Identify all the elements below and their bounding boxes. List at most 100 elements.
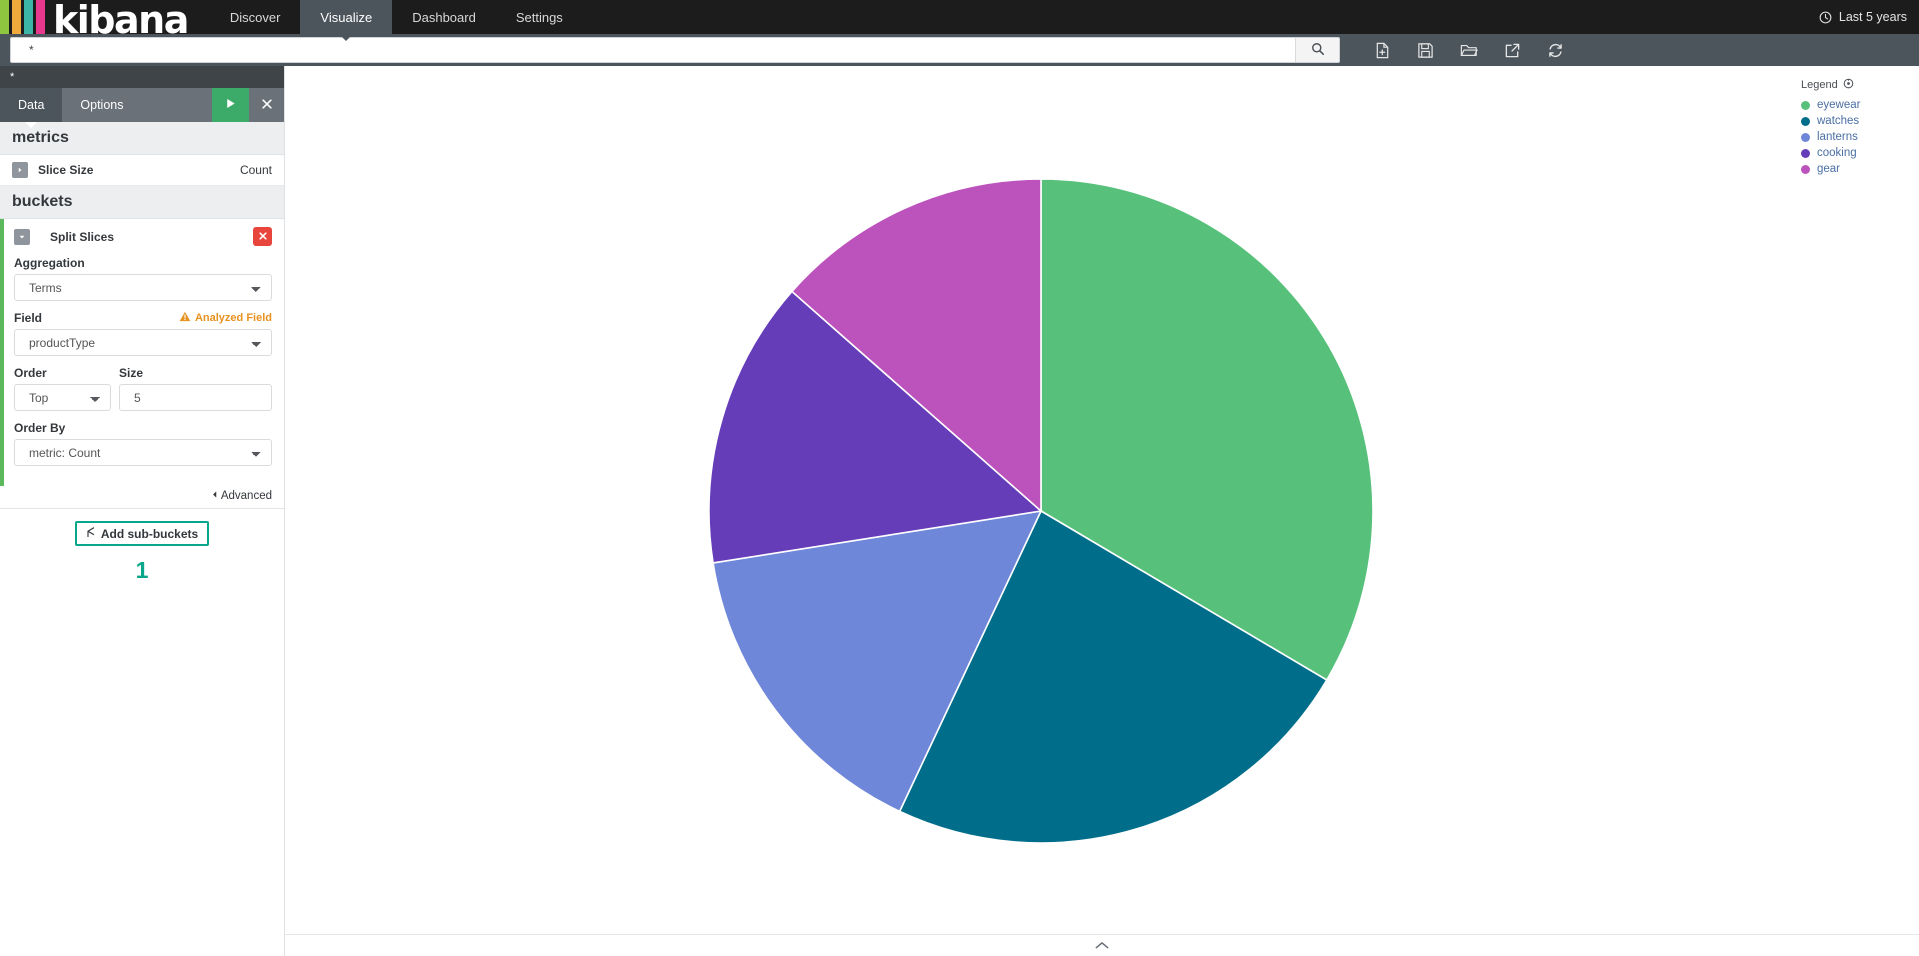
search-input[interactable]: [11, 38, 1295, 62]
query-input-wrap: [10, 37, 1340, 63]
navbar-right: Last 5 years: [1819, 0, 1919, 34]
legend-title-row[interactable]: Legend: [1801, 78, 1913, 92]
index-pattern-name: *: [0, 66, 284, 88]
legend-item-label: cooking: [1817, 147, 1857, 159]
legend-item-gear[interactable]: gear: [1801, 161, 1913, 177]
search-icon: [1311, 42, 1325, 59]
play-icon: [224, 97, 237, 113]
save-icon[interactable]: [1417, 42, 1434, 59]
size-label: Size: [119, 366, 144, 380]
legend-item-label: lanterns: [1817, 131, 1858, 143]
add-subbuckets-highlight: Add sub-buckets: [74, 521, 210, 546]
metric-row-slice-size[interactable]: Slice Size Count: [0, 155, 284, 186]
chevron-down-icon[interactable]: [14, 228, 30, 245]
logo-bar-yellow: [12, 0, 21, 34]
legend-color-swatch: [1801, 164, 1810, 174]
advanced-toggle[interactable]: Advanced: [211, 490, 272, 502]
clock-icon: [1819, 11, 1832, 24]
tab-data[interactable]: Data: [0, 88, 63, 122]
field-select[interactable]: productType: [14, 329, 272, 356]
buckets-heading: buckets: [0, 186, 284, 219]
legend-item-label: eyewear: [1817, 99, 1861, 111]
gear-icon[interactable]: [1843, 78, 1854, 92]
kibana-logo[interactable]: kibana: [0, 0, 188, 34]
logo-bar-green: [0, 0, 9, 34]
sidebar-tabs: Data Options: [0, 88, 284, 122]
apply-changes-button[interactable]: [212, 88, 249, 122]
order-by-select[interactable]: metric: Count: [14, 439, 272, 466]
advanced-row: Advanced: [0, 486, 284, 508]
main-content: * Data Options metrics Slice Size Count …: [0, 66, 1919, 956]
search-button[interactable]: [1295, 38, 1339, 62]
legend-item-cooking[interactable]: cooking: [1801, 145, 1913, 161]
discard-changes-button[interactable]: [249, 88, 284, 122]
nav-item-label: Discover: [229, 9, 281, 25]
size-group: Size: [119, 366, 272, 411]
order-select[interactable]: Top: [14, 384, 111, 411]
pie-chart[interactable]: [701, 171, 1381, 851]
close-icon: [258, 229, 268, 244]
legend-item-eyewear[interactable]: eyewear: [1801, 97, 1913, 113]
aggregation-label: Aggregation: [14, 256, 85, 270]
aggregation-group: Aggregation Terms: [14, 256, 272, 301]
time-picker[interactable]: Last 5 years: [1819, 10, 1907, 24]
analyzed-field-label: Analyzed Field: [194, 312, 272, 324]
metric-label: Slice Size: [38, 163, 94, 177]
pie-chart-container: [285, 66, 1797, 956]
nav-item-label: Visualize: [320, 9, 373, 25]
tab-label: Options: [80, 98, 124, 112]
nav-item-discover[interactable]: Discover: [210, 0, 301, 34]
collapse-panel-button[interactable]: [285, 934, 1919, 956]
order-by-group: Order By metric: Count: [14, 421, 272, 466]
chevron-right-icon: [12, 162, 28, 178]
metrics-heading: metrics: [0, 122, 284, 155]
legend-item-watches[interactable]: watches: [1801, 113, 1913, 129]
analyzed-field-warning[interactable]: Analyzed Field: [179, 311, 272, 325]
tab-options[interactable]: Options: [62, 88, 141, 122]
order-by-label: Order By: [14, 421, 66, 435]
open-icon[interactable]: [1460, 42, 1478, 59]
share-icon[interactable]: [1504, 42, 1521, 59]
logo-color-bars: [0, 0, 48, 34]
size-label-row: Size: [119, 366, 272, 380]
top-navbar: kibana Discover Visualize Dashboard Sett…: [0, 0, 1919, 34]
nav-item-visualize[interactable]: Visualize: [300, 0, 393, 34]
time-picker-label: Last 5 years: [1838, 10, 1907, 24]
warning-triangle-icon: [179, 311, 191, 325]
bucket-header[interactable]: Split Slices: [14, 227, 272, 246]
order-label: Order: [14, 366, 47, 380]
add-subbuckets-button[interactable]: Add sub-buckets: [86, 526, 198, 541]
logo-wordmark: kibana: [53, 0, 188, 34]
nav-item-dashboard[interactable]: Dashboard: [392, 0, 496, 34]
logo-bar-teal: [24, 0, 33, 34]
nav-item-settings[interactable]: Settings: [496, 0, 583, 34]
nav-item-label: Dashboard: [412, 9, 476, 25]
legend-item-label: watches: [1817, 115, 1860, 127]
chevron-up-icon: [1095, 937, 1109, 955]
visualization-chart-area: Legend eyewear watches lanterns cooking gear: [285, 66, 1919, 956]
metric-value: Count: [239, 163, 272, 177]
order-label-row: Order: [14, 366, 111, 380]
legend-color-swatch: [1801, 132, 1810, 142]
nav-items: Discover Visualize Dashboard Settings: [210, 0, 583, 34]
bucket-split-slices: Split Slices Aggregation Terms Field Ana…: [0, 219, 284, 486]
legend-item-lanterns[interactable]: lanterns: [1801, 129, 1913, 145]
chevron-left-icon: [211, 490, 218, 502]
refresh-icon[interactable]: [1547, 42, 1564, 59]
legend-items: eyewear watches lanterns cooking gear: [1801, 97, 1913, 177]
legend-title-label: Legend: [1801, 79, 1838, 91]
aggregation-select[interactable]: Terms: [14, 274, 272, 301]
legend-color-swatch: [1801, 100, 1810, 110]
tab-label: Data: [18, 98, 45, 112]
legend-color-swatch: [1801, 148, 1810, 158]
field-label-row: Field Analyzed Field: [14, 311, 272, 325]
remove-bucket-button[interactable]: [253, 227, 272, 246]
chart-legend: Legend eyewear watches lanterns cooking gear: [1797, 66, 1919, 956]
field-label: Field: [14, 311, 43, 325]
size-input[interactable]: [119, 384, 272, 411]
visualization-editor-sidebar: * Data Options metrics Slice Size Count …: [0, 66, 285, 956]
advanced-label: Advanced: [220, 490, 272, 502]
order-by-label-row: Order By: [14, 421, 272, 435]
new-visualization-icon[interactable]: [1374, 42, 1391, 59]
nav-item-label: Settings: [515, 9, 563, 25]
